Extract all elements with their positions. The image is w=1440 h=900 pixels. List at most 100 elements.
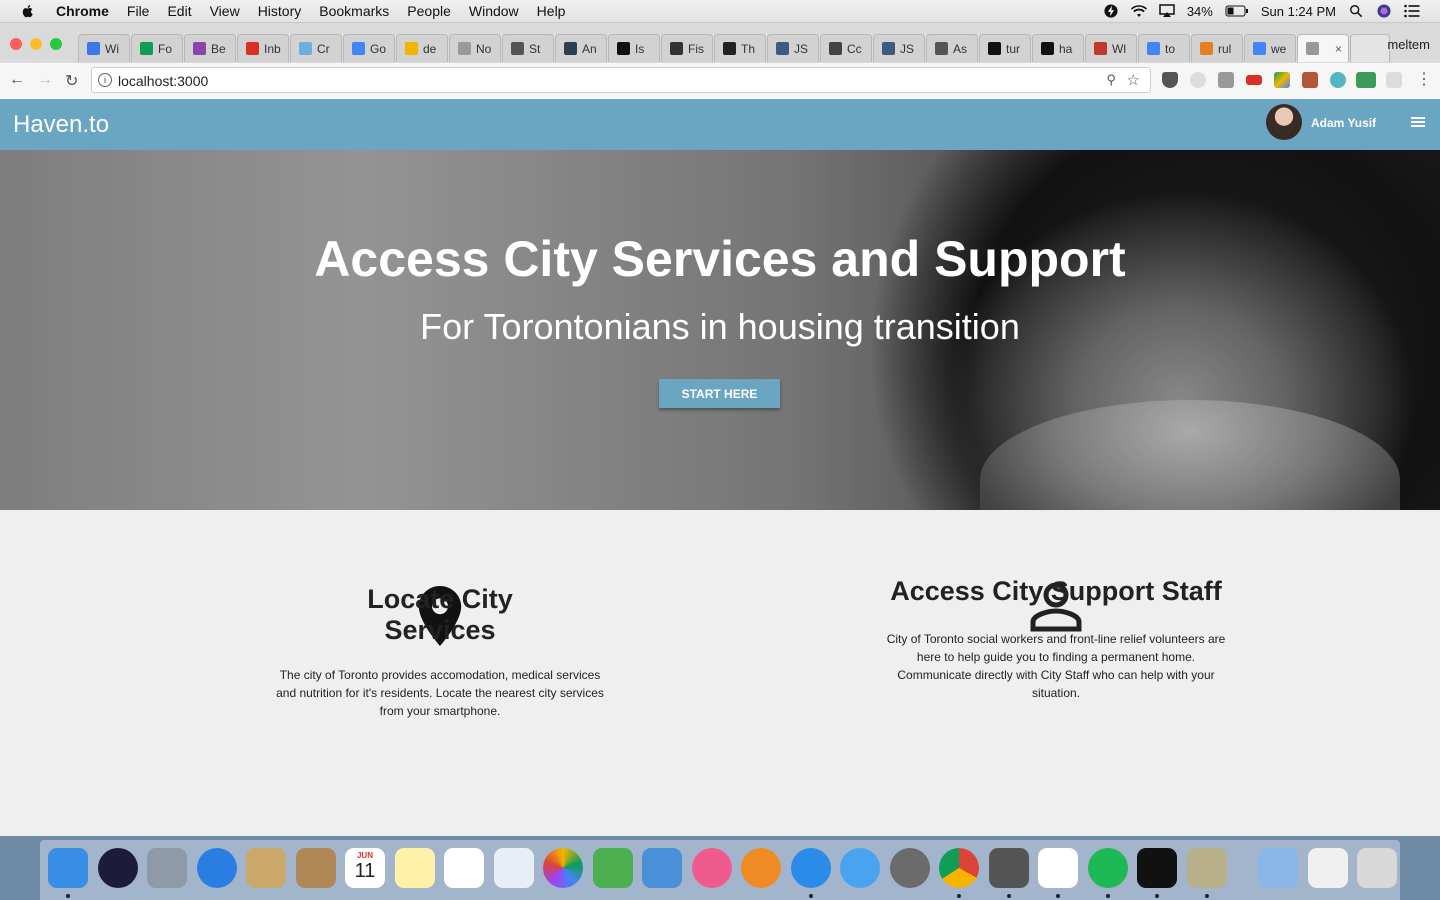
picture-extension-icon[interactable] bbox=[1302, 72, 1318, 88]
archive-icon[interactable] bbox=[1186, 848, 1227, 888]
address-bar-url[interactable]: localhost:3000 bbox=[118, 73, 208, 89]
browser-tab[interactable]: JS bbox=[767, 34, 819, 62]
browser-tab[interactable]: to bbox=[1138, 34, 1190, 62]
browser-tab[interactable]: Fis bbox=[661, 34, 713, 62]
new-tab-button[interactable] bbox=[1350, 34, 1390, 62]
terminal-icon[interactable] bbox=[1137, 848, 1177, 888]
hamburger-menu-icon[interactable] bbox=[1411, 117, 1425, 129]
browser-tab[interactable]: Th bbox=[714, 34, 766, 62]
browser-tab[interactable]: JS bbox=[873, 34, 925, 62]
messages-icon[interactable] bbox=[840, 848, 880, 888]
browser-tab[interactable]: An bbox=[555, 34, 607, 62]
sublime-icon[interactable] bbox=[988, 848, 1029, 888]
chat-extension-icon[interactable] bbox=[1386, 72, 1402, 88]
browser-tab[interactable]: Wl bbox=[1085, 34, 1137, 62]
menu-people[interactable]: People bbox=[407, 3, 451, 19]
browser-tab[interactable]: Cr bbox=[290, 34, 342, 62]
battery-icon[interactable] bbox=[1225, 4, 1249, 18]
start-here-button[interactable]: START HERE bbox=[659, 379, 780, 408]
zip-file-icon[interactable] bbox=[1307, 848, 1348, 888]
browser-tab[interactable]: Fo bbox=[131, 34, 183, 62]
trash-icon[interactable] bbox=[1357, 848, 1397, 888]
chrome-icon[interactable] bbox=[939, 848, 979, 888]
numbers-icon[interactable] bbox=[592, 848, 633, 888]
menu-help[interactable]: Help bbox=[537, 3, 566, 19]
mail-icon[interactable] bbox=[246, 848, 286, 888]
user-name[interactable]: Adam Yusif bbox=[1311, 116, 1376, 130]
bolt-icon[interactable] bbox=[1103, 4, 1119, 18]
browser-tab[interactable]: Wi bbox=[78, 34, 130, 62]
eyedropper-extension-icon[interactable] bbox=[1218, 72, 1234, 88]
airplay-icon[interactable] bbox=[1159, 4, 1175, 18]
browser-tab[interactable]: Go bbox=[343, 34, 395, 62]
chrome-profile-name[interactable]: meltem bbox=[1387, 37, 1430, 52]
close-tab-icon[interactable]: × bbox=[1335, 42, 1342, 56]
ibooks-icon[interactable] bbox=[741, 848, 781, 888]
address-bar[interactable]: i localhost:3000 ⚲ ☆ bbox=[91, 67, 1151, 93]
apple-icon[interactable] bbox=[20, 3, 36, 19]
circle-extension-icon[interactable] bbox=[1330, 72, 1346, 88]
browser-tab[interactable]: Is bbox=[608, 34, 660, 62]
app-store-icon[interactable] bbox=[790, 848, 831, 888]
browser-tab[interactable]: No bbox=[449, 34, 501, 62]
itunes-icon[interactable] bbox=[691, 848, 732, 888]
browser-tab-label: Go bbox=[370, 41, 387, 56]
wifi-icon[interactable] bbox=[1130, 4, 1147, 18]
user-avatar[interactable] bbox=[1266, 104, 1302, 140]
new-badge-extension-icon[interactable] bbox=[1356, 72, 1376, 88]
menu-app-name[interactable]: Chrome bbox=[56, 3, 109, 19]
browser-tab[interactable]: As bbox=[926, 34, 978, 62]
browser-tab[interactable]: Cc bbox=[820, 34, 872, 62]
preview-icon[interactable] bbox=[493, 848, 534, 888]
applications-folder-icon[interactable] bbox=[1258, 848, 1298, 888]
photos-icon[interactable] bbox=[543, 848, 583, 888]
menu-window[interactable]: Window bbox=[469, 3, 519, 19]
system-preferences-icon[interactable] bbox=[889, 848, 930, 888]
browser-tab[interactable]: St bbox=[502, 34, 554, 62]
forward-arrow-icon[interactable]: → bbox=[37, 71, 53, 89]
notes-icon[interactable] bbox=[394, 848, 435, 888]
minimize-window-button[interactable] bbox=[30, 38, 42, 50]
bookmark-star-icon[interactable]: ☆ bbox=[1127, 71, 1140, 89]
menu-view[interactable]: View bbox=[210, 3, 240, 19]
browser-tab[interactable]: Be bbox=[184, 34, 236, 62]
menu-bookmarks[interactable]: Bookmarks bbox=[319, 3, 389, 19]
pocket-extension-icon[interactable] bbox=[1162, 72, 1178, 88]
browser-tab[interactable]: tur bbox=[979, 34, 1031, 62]
slack-icon[interactable] bbox=[1038, 848, 1078, 888]
extension-icon[interactable] bbox=[1190, 72, 1206, 88]
drive-extension-icon[interactable] bbox=[1274, 72, 1290, 88]
finder-icon[interactable] bbox=[48, 848, 88, 888]
browser-tab[interactable]: × bbox=[1297, 34, 1349, 62]
site-brand[interactable]: Haven.to bbox=[13, 111, 109, 139]
chrome-menu-icon[interactable]: ⋮ bbox=[1416, 69, 1432, 89]
zoom-icon[interactable]: ⚲ bbox=[1106, 72, 1116, 88]
menubar-clock[interactable]: Sun 1:24 PM bbox=[1261, 4, 1336, 19]
reload-icon[interactable]: ↻ bbox=[65, 71, 78, 91]
fullscreen-window-button[interactable] bbox=[50, 38, 62, 50]
close-window-button[interactable] bbox=[10, 38, 22, 50]
safari-icon[interactable] bbox=[196, 848, 237, 888]
menu-edit[interactable]: Edit bbox=[167, 3, 191, 19]
browser-tab[interactable]: we bbox=[1244, 34, 1296, 62]
siri-icon[interactable] bbox=[97, 848, 138, 888]
launchpad-icon[interactable] bbox=[147, 848, 187, 888]
browser-tab[interactable]: de bbox=[396, 34, 448, 62]
browser-tab[interactable]: ha bbox=[1032, 34, 1084, 62]
back-arrow-icon[interactable]: ← bbox=[9, 71, 25, 89]
menu-file[interactable]: File bbox=[127, 3, 150, 19]
browser-tab[interactable]: Inb bbox=[237, 34, 289, 62]
youtube-extension-icon[interactable] bbox=[1246, 75, 1262, 85]
spotify-icon[interactable] bbox=[1087, 848, 1128, 888]
notification-center-icon[interactable] bbox=[1404, 4, 1420, 18]
menu-history[interactable]: History bbox=[258, 3, 302, 19]
tab-strip: Wi Fo Be Inb Cr Go de No St An Is Fis Th JS Cc JS As tur h… bbox=[78, 34, 1391, 62]
contacts-icon[interactable] bbox=[295, 848, 336, 888]
site-info-icon[interactable]: i bbox=[98, 73, 112, 87]
keynote-icon[interactable] bbox=[642, 848, 682, 888]
browser-tab[interactable]: rul bbox=[1191, 34, 1243, 62]
spotlight-search-icon[interactable] bbox=[1348, 4, 1364, 18]
reminders-icon[interactable] bbox=[444, 848, 484, 888]
calendar-icon[interactable]: JUN 11 bbox=[345, 848, 385, 888]
siri-icon[interactable] bbox=[1376, 4, 1392, 18]
